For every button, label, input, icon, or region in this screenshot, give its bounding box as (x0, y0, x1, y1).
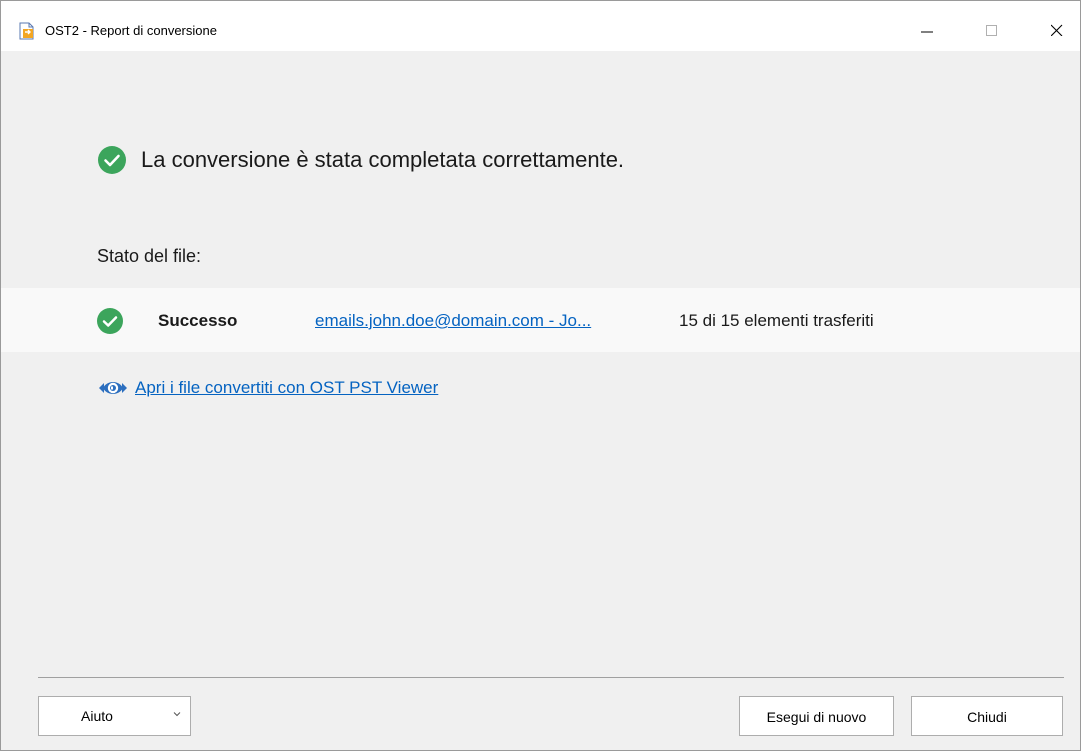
maximize-icon (986, 25, 997, 36)
minimize-button[interactable] (904, 11, 950, 51)
title-bar[interactable]: OST2 - Report di conversione (1, 1, 1080, 51)
window-title: OST2 - Report di conversione (45, 23, 217, 38)
chevron-down-icon (173, 712, 181, 717)
close-window-button[interactable] (1034, 11, 1080, 51)
footer-divider (38, 677, 1064, 678)
help-dropdown-button[interactable]: Aiuto (38, 696, 191, 736)
file-status-label: Stato del file: (97, 246, 202, 266)
run-again-label: Esegui di nuovo (766, 709, 867, 725)
close-icon (1051, 24, 1063, 36)
open-viewer-link-text[interactable]: Apri i file convertiti con OST PST Viewe… (135, 377, 438, 399)
check-circle-icon (98, 146, 126, 174)
conversion-report-window: OST2 - Report di conversione La conversi… (0, 0, 1081, 751)
eye-viewer-icon (99, 382, 127, 394)
success-message: La conversione è stata completata corret… (141, 147, 625, 172)
minimize-icon (921, 31, 933, 33)
file-status-row: Successo emails.john.doe@domain.com - Jo… (1, 288, 1080, 352)
app-document-icon (19, 22, 34, 40)
close-button-label: Chiudi (967, 709, 1007, 725)
help-button-label: Aiuto (81, 708, 113, 724)
maximize-button[interactable] (969, 11, 1015, 51)
items-transferred-count: 15 di 15 elementi trasferiti (679, 311, 874, 330)
check-circle-icon (97, 308, 123, 334)
run-again-button[interactable]: Esegui di nuovo (739, 696, 894, 736)
close-button[interactable]: Chiudi (911, 696, 1063, 736)
file-name-link[interactable]: emails.john.doe@domain.com - Jo... (315, 311, 591, 331)
file-status-text: Successo (158, 311, 238, 330)
